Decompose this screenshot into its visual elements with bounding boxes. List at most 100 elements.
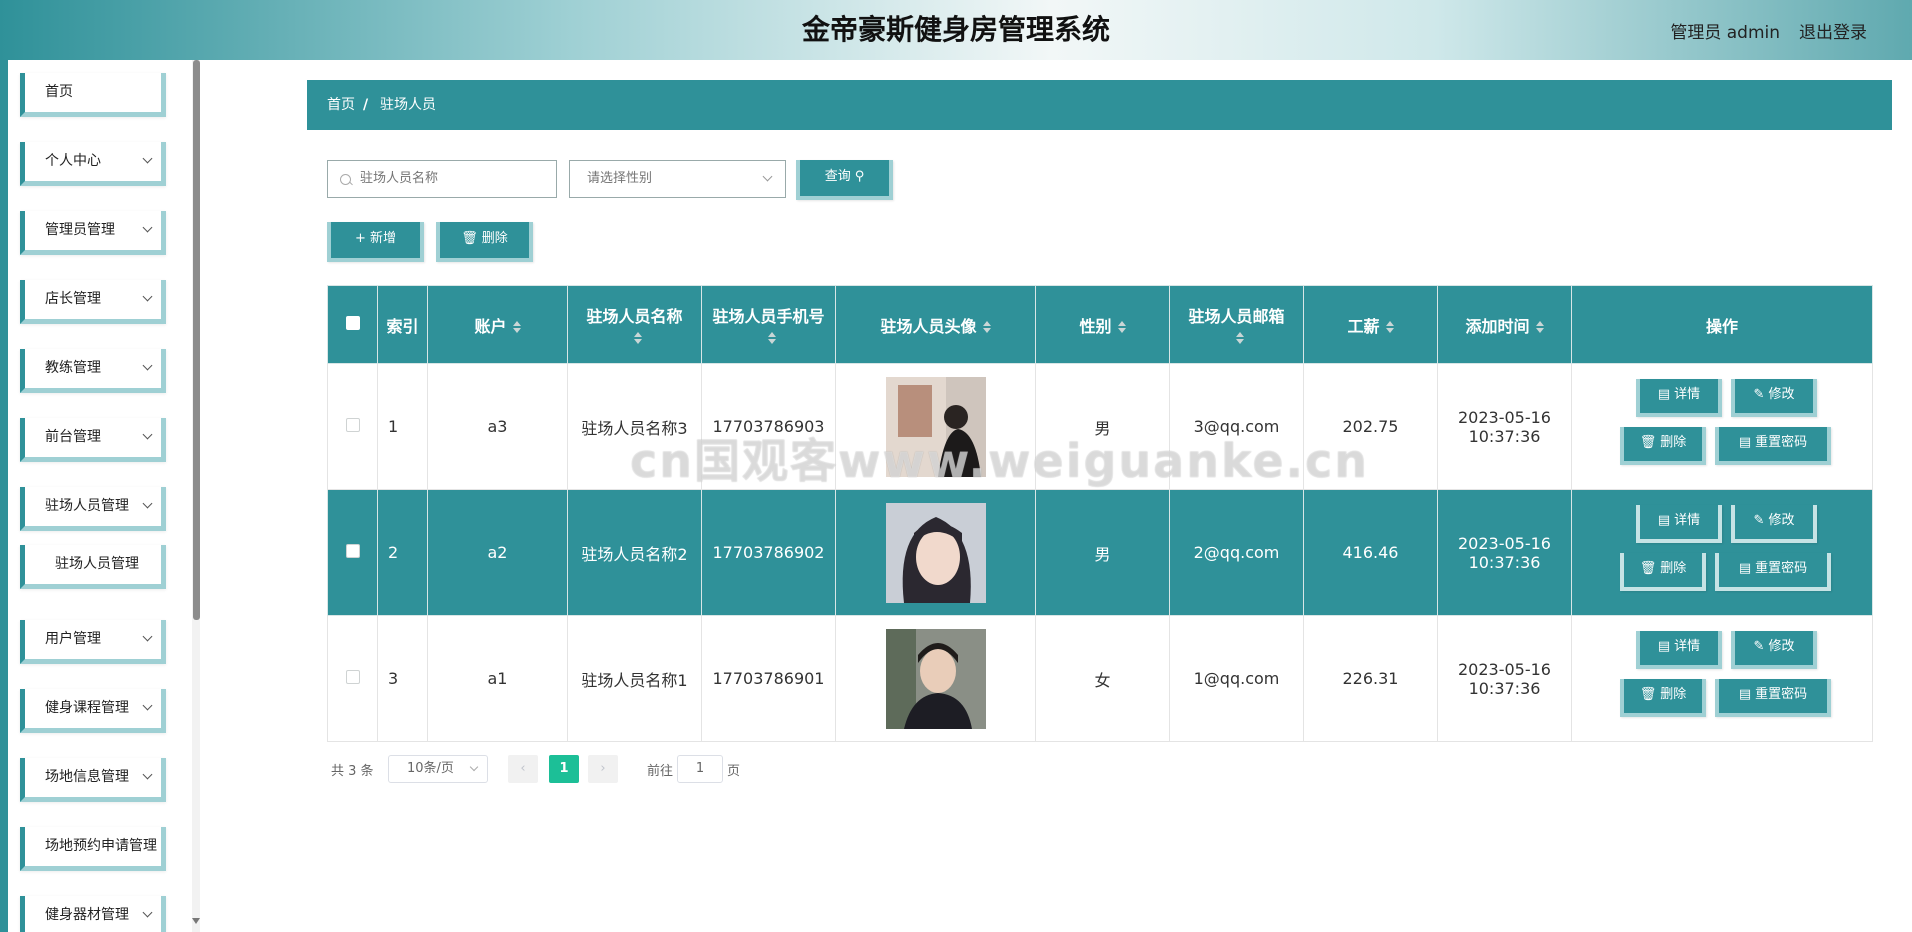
header-name-label: 驻场人员名称 <box>586 307 683 326</box>
pencil-icon: ✎ <box>1753 386 1765 402</box>
avatar[interactable] <box>885 376 986 477</box>
name-search-input[interactable] <box>358 170 552 187</box>
sort-icon[interactable] <box>767 331 776 344</box>
scroll-down-arrow-icon[interactable] <box>192 918 200 924</box>
reset-password-button[interactable]: ▤ 重置密码 <box>1715 678 1831 717</box>
cell-actions: ▤ 详情 ✎ 修改 🗑 删除 ▤ 重置密码 <box>1571 489 1873 616</box>
sidebar-item-admins[interactable]: 管理员管理 <box>20 211 166 255</box>
sidebar-item-staff[interactable]: 驻场人员管理 <box>20 487 166 531</box>
query-button-label: 查询 <box>824 169 851 184</box>
row-checkbox[interactable] <box>345 544 360 558</box>
row-checkbox[interactable] <box>345 418 360 432</box>
header-email[interactable]: 驻场人员邮箱 <box>1169 285 1304 364</box>
sidebar-item-label: 前台管理 <box>45 429 101 445</box>
edit-button[interactable]: ✎ 修改 <box>1731 630 1817 669</box>
select-all-checkbox[interactable] <box>345 316 360 330</box>
header-account-label: 账户 <box>474 316 507 336</box>
app-title: 金帝豪斯健身房管理系统 <box>801 13 1110 46</box>
cell-salary: 416.46 <box>1303 489 1438 616</box>
cell-email: 2@qq.com <box>1169 489 1304 616</box>
detail-button[interactable]: ▤ 详情 <box>1636 504 1722 543</box>
batch-delete-button[interactable]: 🗑 删除 <box>436 222 533 262</box>
edit-button[interactable]: ✎ 修改 <box>1731 378 1817 417</box>
breadcrumb: 首页 / 驻场人员 <box>307 80 1892 130</box>
sidebar-item-venues[interactable]: 场地信息管理 <box>20 758 166 802</box>
chevron-down-icon <box>142 498 153 509</box>
sort-icon[interactable] <box>1117 321 1126 333</box>
sidebar-item-courses[interactable]: 健身课程管理 <box>20 689 166 733</box>
goto-page-input[interactable]: 1 <box>677 755 723 783</box>
sidebar-subitem-staff[interactable]: 驻场人员管理 <box>20 545 166 589</box>
breadcrumb-home[interactable]: 首页 <box>327 80 355 130</box>
header-gender[interactable]: 性别 <box>1035 285 1170 364</box>
sort-icon[interactable] <box>512 321 521 333</box>
header-name[interactable]: 驻场人员名称 <box>567 285 702 364</box>
sidebar-item-managers[interactable]: 店长管理 <box>20 280 166 324</box>
sidebar-scroll-thumb[interactable] <box>193 60 200 620</box>
header-added-label: 添加时间 <box>1465 316 1530 336</box>
name-search-field[interactable] <box>327 160 557 198</box>
sort-icon[interactable] <box>1235 331 1244 344</box>
sidebar-item-users[interactable]: 用户管理 <box>20 620 166 664</box>
logout-link[interactable]: 退出登录 <box>1799 18 1867 43</box>
row-checkbox[interactable] <box>345 670 360 684</box>
delete-button[interactable]: 🗑 删除 <box>1620 552 1706 591</box>
document-icon: ▤ <box>1738 434 1752 450</box>
staff-table: 索引 账户 驻场人员名称 驻场人员手机号 驻场人员头像 性别 驻场人员邮箱 工薪… <box>327 285 1873 742</box>
detail-button[interactable]: ▤ 详情 <box>1636 630 1722 669</box>
header-phone[interactable]: 驻场人员手机号 <box>701 285 836 364</box>
cell-actions: ▤ 详情 ✎ 修改 🗑 删除 ▤ 重置密码 <box>1571 363 1873 490</box>
sidebar-item-reservations[interactable]: 场地预约申请管理 <box>20 827 166 871</box>
cell-phone: 17703786902 <box>701 489 836 616</box>
next-page-button[interactable]: › <box>588 755 618 783</box>
delete-button[interactable]: 🗑 删除 <box>1620 678 1706 717</box>
sort-icon[interactable] <box>633 331 642 344</box>
row-select[interactable] <box>327 615 378 742</box>
avatar[interactable] <box>885 628 986 729</box>
edit-button[interactable]: ✎ 修改 <box>1731 504 1817 543</box>
sort-icon[interactable] <box>1385 321 1394 333</box>
header-avatar[interactable]: 驻场人员头像 <box>835 285 1036 364</box>
cell-avatar <box>835 363 1036 490</box>
sidebar-item-front-desk[interactable]: 前台管理 <box>20 418 166 462</box>
sort-icon[interactable] <box>982 321 991 333</box>
cell-name: 驻场人员名称1 <box>567 615 702 742</box>
document-icon: ▤ <box>1738 686 1752 702</box>
sidebar-item-equipment[interactable]: 健身器材管理 <box>20 896 166 932</box>
cell-gender: 男 <box>1035 489 1170 616</box>
query-button[interactable]: 查询 ⚲ <box>796 160 893 200</box>
table-row: 3 a1 驻场人员名称1 17703786901 女 1@qq.com 226.… <box>327 615 1873 742</box>
header-added[interactable]: 添加时间 <box>1437 285 1572 364</box>
reset-password-button[interactable]: ▤ 重置密码 <box>1715 552 1831 591</box>
chevron-down-icon <box>142 631 153 642</box>
gender-select-input[interactable] <box>585 170 759 187</box>
avatar[interactable] <box>885 502 986 603</box>
prev-page-button[interactable]: ‹ <box>508 755 538 783</box>
goto-label: 前往 <box>647 764 674 779</box>
header-account[interactable]: 账户 <box>427 285 568 364</box>
sidebar-item-label: 个人中心 <box>45 153 101 169</box>
add-button-label: 新增 <box>369 231 396 246</box>
page-number-current[interactable]: 1 <box>549 755 579 783</box>
page-size-select[interactable]: 10条/页 <box>388 755 488 783</box>
delete-button[interactable]: 🗑 删除 <box>1620 426 1706 465</box>
trash-icon: 🗑 <box>1639 434 1657 450</box>
gender-select[interactable] <box>569 160 786 198</box>
cell-name: 驻场人员名称2 <box>567 489 702 616</box>
header-avatar-label: 驻场人员头像 <box>880 316 977 336</box>
breadcrumb-separator: / <box>363 97 369 113</box>
row-select[interactable] <box>327 363 378 490</box>
header-salary[interactable]: 工薪 <box>1303 285 1438 364</box>
detail-button[interactable]: ▤ 详情 <box>1636 378 1722 417</box>
sort-icon[interactable] <box>1535 321 1544 333</box>
sidebar-item-profile[interactable]: 个人中心 <box>20 142 166 186</box>
sidebar-item-label: 场地信息管理 <box>45 769 129 785</box>
trash-icon: 🗑 <box>1639 686 1657 702</box>
select-all-header[interactable] <box>327 285 378 364</box>
sidebar-item-coaches[interactable]: 教练管理 <box>20 349 166 393</box>
reset-password-button[interactable]: ▤ 重置密码 <box>1715 426 1831 465</box>
add-button[interactable]: + 新增 <box>327 222 424 262</box>
header-actions: 操作 <box>1571 285 1873 364</box>
sidebar-item-home[interactable]: 首页 <box>20 73 166 117</box>
row-select[interactable] <box>327 489 378 616</box>
